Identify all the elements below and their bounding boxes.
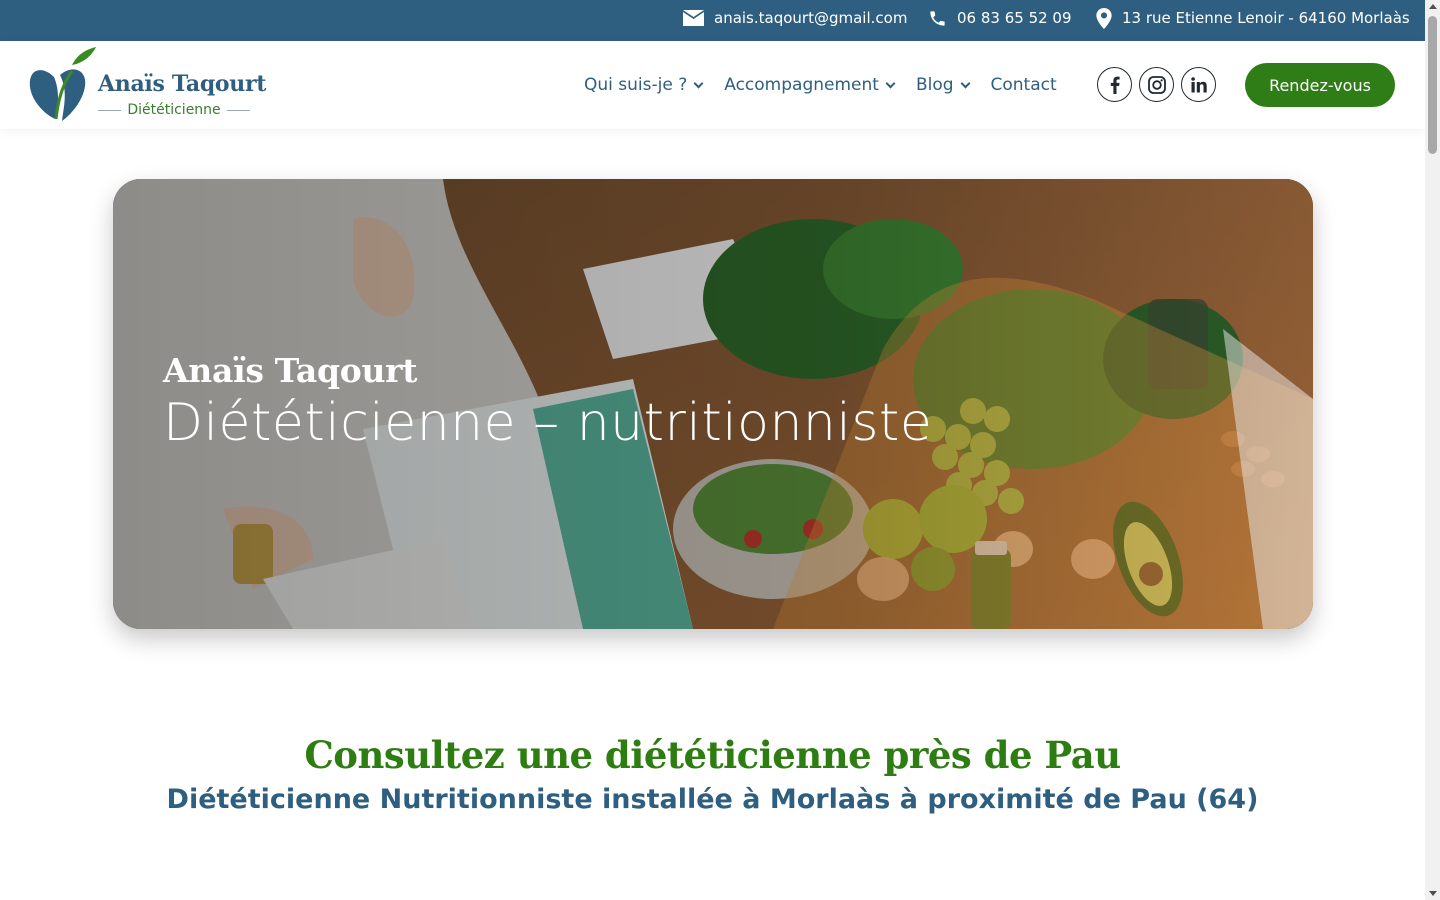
phone-link[interactable]: 06 83 65 52 09 <box>928 0 1072 36</box>
facebook-icon <box>1110 76 1120 94</box>
mail-icon <box>683 10 704 26</box>
apple-leaf-logo-icon <box>29 47 96 121</box>
top-contact-bar: anais.taqourt@gmail.com 06 83 65 52 09 1… <box>0 0 1425 41</box>
hero-subtitle: Diététicienne – nutritionniste <box>163 393 933 453</box>
logo-subtitle: Diététicienne <box>98 102 251 118</box>
site-logo[interactable]: Anaïs Taqourt Diététicienne <box>28 45 268 125</box>
rendez-vous-button[interactable]: Rendez-vous <box>1245 63 1395 107</box>
address-link[interactable]: 13 rue Etienne Lenoir - 64160 Morlaàs <box>1096 0 1410 36</box>
hero-title: Anaïs Taqourt <box>163 351 418 390</box>
nav-item-label: Qui suis-je ? <box>584 75 688 95</box>
intro-subtitle: Diététicienne Nutritionniste installée à… <box>166 784 1259 815</box>
chevron-down-icon <box>885 78 896 88</box>
nav-item-blog[interactable]: Blog <box>915 75 970 95</box>
scrollbar-thumb[interactable] <box>1428 16 1437 154</box>
nav-item-label: Contact <box>990 75 1057 95</box>
intro-title: Consultez une diététicienne près de Pau <box>304 733 1121 777</box>
page-scrollbar[interactable] <box>1425 0 1440 900</box>
nav-item-accompagnement[interactable]: Accompagnement <box>724 75 896 95</box>
scroll-up-icon[interactable] <box>1429 4 1437 9</box>
scroll-down-icon[interactable] <box>1429 891 1437 896</box>
chevron-down-icon <box>693 78 704 88</box>
chevron-down-icon <box>960 78 970 88</box>
nav-item-label: Blog <box>915 75 954 95</box>
phone-icon <box>930 10 945 26</box>
facebook-button[interactable] <box>1097 67 1132 102</box>
phone-text: 06 83 65 52 09 <box>957 9 1072 27</box>
nav-item-label: Accompagnement <box>724 75 879 95</box>
instagram-icon <box>1147 75 1166 94</box>
instagram-button[interactable] <box>1139 67 1174 102</box>
main-nav: Qui suis-je ? Accompagnement Blog Contac… <box>584 41 1079 129</box>
nav-item-contact[interactable]: Contact <box>991 75 1057 95</box>
logo-subtitle-text: Diététicienne <box>127 102 221 118</box>
hero-banner: Anaïs Taqourt Diététicienne – nutritionn… <box>113 179 1313 629</box>
linkedin-icon <box>1190 76 1207 92</box>
location-pin-icon <box>1096 7 1112 29</box>
linkedin-button[interactable] <box>1181 67 1216 102</box>
address-text: 13 rue Etienne Lenoir - 64160 Morlaàs <box>1122 9 1410 27</box>
email-text: anais.taqourt@gmail.com <box>714 9 908 27</box>
nav-item-qui-suis-je[interactable]: Qui suis-je ? <box>584 75 704 95</box>
email-link[interactable]: anais.taqourt@gmail.com <box>683 0 907 36</box>
logo-name: Anaïs Taqourt <box>98 71 267 97</box>
site-header: Anaïs Taqourt Diététicienne Qui suis-je … <box>0 41 1425 129</box>
